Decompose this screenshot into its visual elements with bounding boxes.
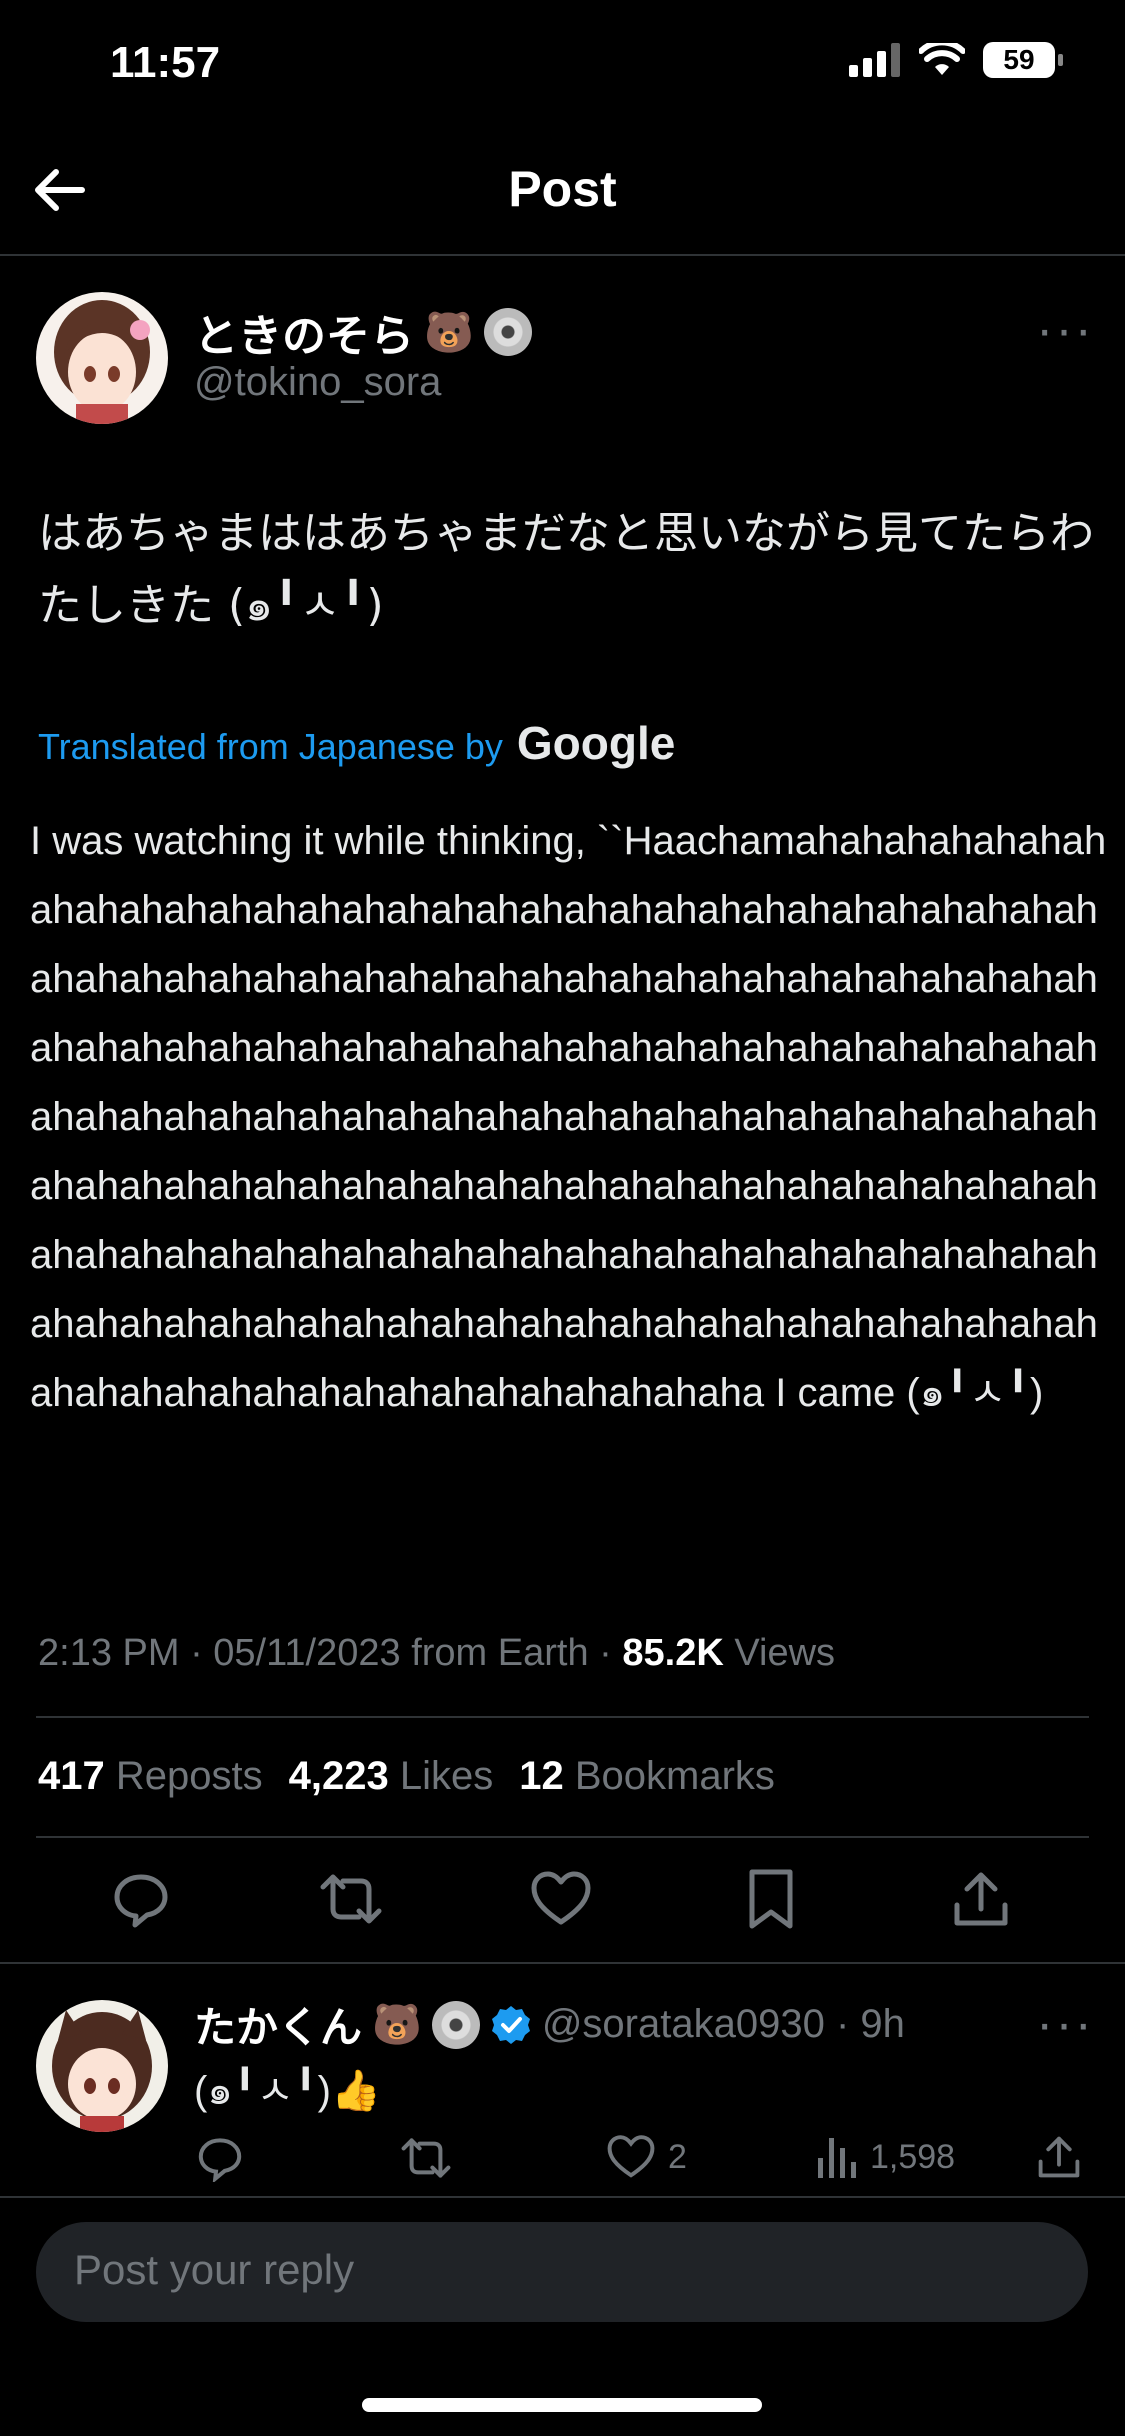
author-avatar[interactable] xyxy=(36,292,168,424)
reply-author-name-text: たかくん xyxy=(194,2004,363,2051)
post-timestamp: 2:13 PM · 05/11/2023 from Earth · xyxy=(38,1632,612,1674)
reply-icon xyxy=(198,2138,242,2182)
likes-stat[interactable]: 4,223 Likes xyxy=(289,1754,494,1799)
like-icon xyxy=(607,2135,655,2178)
views-icon xyxy=(818,2138,856,2178)
more-icon[interactable]: ··· xyxy=(1036,300,1094,360)
reply-author-name[interactable]: たかくん 🐻 @sorataka0930 · 9h xyxy=(194,1994,905,2055)
post-text: はあちゃまははあちゃまだなと思いながら見てたらわたしきた (๑╹ㅅ╹) xyxy=(38,508,1094,631)
bookmark-icon xyxy=(749,1869,793,1929)
disc-icon xyxy=(483,308,532,356)
translation-attribution: Translated from Japanese by Google xyxy=(38,716,675,770)
share-icon xyxy=(1038,2136,1080,2178)
views-label: Views xyxy=(734,1632,836,1674)
likes-label: Likes xyxy=(399,1754,494,1798)
meta-divider xyxy=(36,1716,1089,1718)
author-name-text: ときのそら xyxy=(194,312,414,361)
reply-input-placeholder: Post your reply xyxy=(74,2246,355,2293)
reply-button[interactable] xyxy=(106,1864,176,1934)
reply-share-button[interactable] xyxy=(1036,2134,1082,2180)
author-handle[interactable]: @tokino_sora xyxy=(194,360,441,405)
reply-avatar[interactable] xyxy=(36,2000,168,2132)
status-icons: 59 xyxy=(849,42,1063,78)
bookmarks-count: 12 xyxy=(519,1754,564,1798)
reply-repost-button[interactable] xyxy=(400,2134,452,2182)
verified-icon xyxy=(491,2005,530,2044)
repost-button[interactable] xyxy=(316,1864,386,1934)
reply-reply-button[interactable] xyxy=(196,2134,244,2182)
post-meta: 2:13 PM · 05/11/2023 from Earth · 85.2K … xyxy=(38,1632,835,1675)
views-count: 85.2K xyxy=(622,1632,724,1674)
bookmarks-stat[interactable]: 12 Bookmarks xyxy=(519,1754,775,1799)
reply-text: (๑╹ㅅ╹)👍 xyxy=(194,2069,381,2113)
signal-icon xyxy=(849,43,900,77)
likes-count: 4,223 xyxy=(288,1754,389,1798)
reposts-count: 417 xyxy=(38,1754,105,1798)
stats-divider xyxy=(36,1836,1089,1838)
reply-views-button[interactable]: 1,598 xyxy=(816,2134,955,2180)
share-icon xyxy=(954,1872,1008,1926)
reply-views-count: 1,598 xyxy=(870,2137,956,2176)
reply-like-count: 2 xyxy=(668,2137,687,2176)
share-button[interactable] xyxy=(946,1864,1016,1934)
disc-icon xyxy=(431,2000,480,2049)
bookmarks-label: Bookmarks xyxy=(574,1754,775,1798)
google-logo: Google xyxy=(516,717,676,769)
like-button[interactable] xyxy=(526,1864,596,1934)
reply-divider xyxy=(0,2196,1125,2198)
reposts-stat[interactable]: 417 Reposts xyxy=(38,1754,263,1799)
repost-icon xyxy=(320,1874,382,1924)
bear-emoji-icon: 🐻 xyxy=(372,2003,422,2047)
actions-divider xyxy=(0,1962,1125,1964)
battery-indicator: 59 xyxy=(983,42,1063,78)
page-title: Post xyxy=(508,161,617,217)
status-time: 11:57 xyxy=(110,38,221,87)
reply-more-icon[interactable]: ··· xyxy=(1036,1994,1094,2054)
post-translation: I was watching it while thinking, ``Haac… xyxy=(30,819,1107,1415)
repost-icon xyxy=(401,2138,451,2178)
reply-handle-time: @sorataka0930 · 9h xyxy=(541,2002,905,2046)
author-name[interactable]: ときのそら 🐻 xyxy=(194,300,532,364)
bookmark-button[interactable] xyxy=(736,1864,806,1934)
reply-icon xyxy=(114,1874,168,1928)
bear-emoji-icon: 🐻 xyxy=(424,310,474,355)
reply-like-button[interactable]: 2 xyxy=(606,2134,687,2180)
wifi-icon xyxy=(919,43,965,75)
post-stats: 417 Reposts 4,223 Likes 12 Bookmarks xyxy=(38,1754,775,1799)
like-icon xyxy=(531,1871,591,1925)
reposts-label: Reposts xyxy=(115,1754,263,1798)
header-divider xyxy=(0,254,1125,256)
home-indicator[interactable] xyxy=(362,2398,762,2412)
translated-label: Translated from Japanese by xyxy=(38,726,503,767)
